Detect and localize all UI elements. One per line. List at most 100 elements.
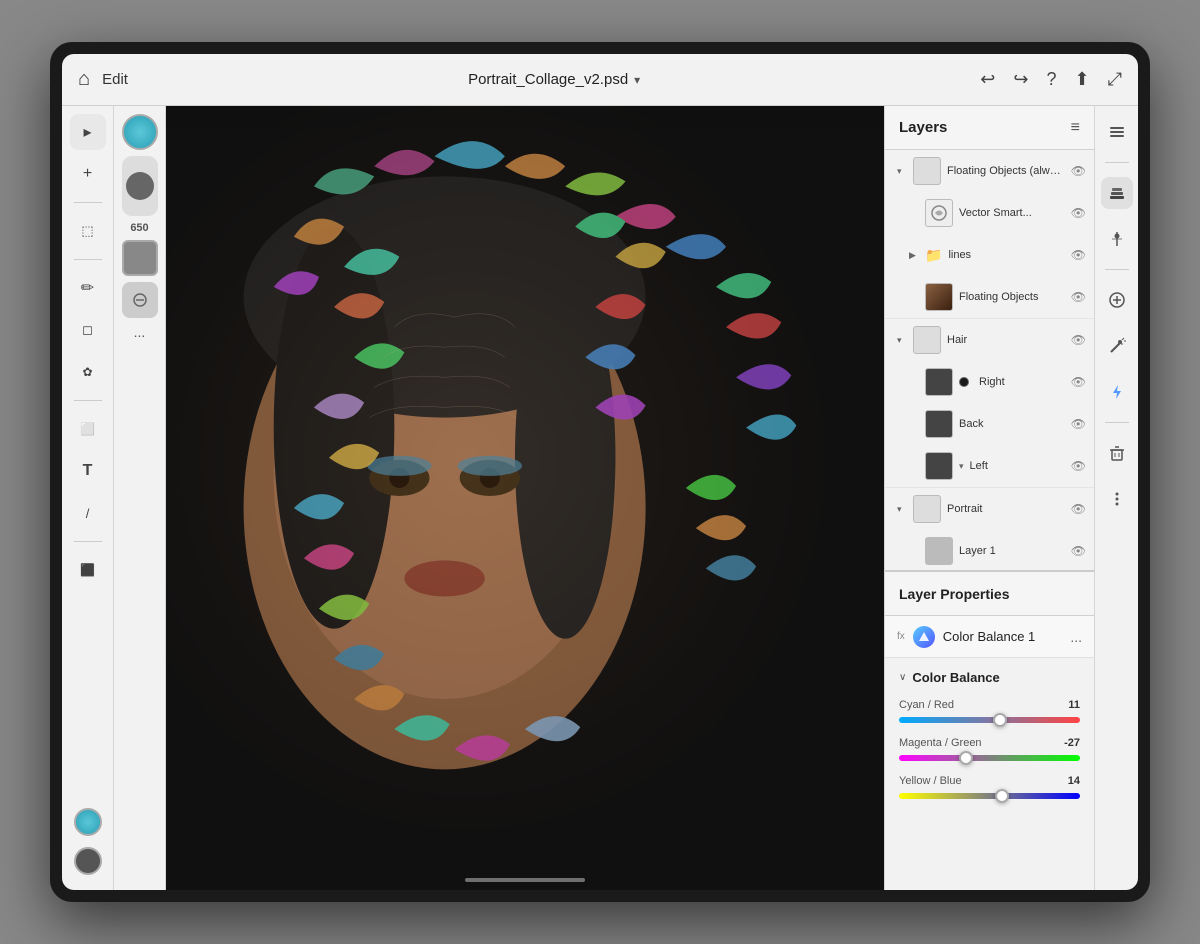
eye-icon-hair-right[interactable]: 👁	[1071, 375, 1086, 389]
undo-icon[interactable]: ↩	[980, 69, 995, 90]
expand-arrow-portrait[interactable]: ▾	[897, 504, 907, 515]
add-tool[interactable]: +	[70, 156, 106, 192]
layer-row-floating-group[interactable]: ▾ Floating Objects (alway... 👁	[885, 150, 1094, 192]
color-swatch[interactable]	[122, 240, 158, 276]
text-tool[interactable]: T	[70, 453, 106, 489]
trash-icon[interactable]	[1101, 437, 1133, 469]
layer-row-floating-objects[interactable]: Floating Objects 👁	[885, 276, 1094, 318]
brush-size-slider[interactable]	[122, 156, 158, 216]
eye-icon-floating-objects[interactable]: 👁	[1071, 290, 1086, 304]
layers-title: Layers	[899, 119, 1071, 136]
eye-icon-hair-left[interactable]: 👁	[1071, 459, 1086, 473]
top-bar-right: ↩ ↪ ? ⬆ ⤢	[980, 69, 1122, 90]
device-frame: ⌂ Edit Portrait_Collage_v2.psd ▾ ↩ ↪ ? ⬆…	[50, 42, 1150, 902]
layers-panel-icon[interactable]	[1101, 116, 1133, 148]
layer-row-vector-smart[interactable]: Vector Smart... 👁	[885, 192, 1094, 234]
layers-panel-header: Layers ≡	[885, 106, 1094, 150]
ri-divider-1	[1105, 162, 1129, 163]
layer-row-hair-left[interactable]: ▾ Left 👁	[885, 445, 1094, 487]
slider-thumb-magenta-green[interactable]	[959, 751, 973, 765]
expand-arrow-floating[interactable]: ▾	[897, 166, 907, 177]
eye-icon-hair-group[interactable]: 👁	[1071, 333, 1086, 347]
layers-stack-icon[interactable]	[1101, 177, 1133, 209]
marquee-tool[interactable]: ⬚	[70, 213, 106, 249]
layers-action-icon[interactable]: ≡	[1071, 119, 1080, 137]
layer-row-portrait-group[interactable]: ▾ Portrait 👁	[885, 488, 1094, 530]
eye-icon-vector-smart[interactable]: 👁	[1071, 206, 1086, 220]
layer-name-floating-objects: Floating Objects	[959, 291, 1065, 303]
top-bar-left: ⌂ Edit	[78, 68, 128, 91]
dot-icon-right	[959, 377, 969, 387]
brush-preview[interactable]	[122, 114, 158, 150]
layer-row-hair-group[interactable]: ▾ Hair 👁	[885, 319, 1094, 361]
transform-tool[interactable]: ⬜	[70, 411, 106, 447]
slider-track-cyan-red[interactable]	[899, 717, 1080, 723]
slider-value-cyan-red: 11	[1068, 699, 1080, 711]
eye-icon-lines[interactable]: 👁	[1071, 248, 1086, 262]
arrow-down-icon: ▾	[959, 461, 964, 472]
expand-arrow-hair[interactable]: ▾	[897, 335, 907, 346]
adjustment-icon[interactable]	[1101, 223, 1133, 255]
more-options-button[interactable]: ...	[134, 324, 146, 340]
layer-row-lines[interactable]: ▶ 📁 lines 👁	[885, 234, 1094, 276]
share-icon[interactable]: ⬆	[1075, 69, 1090, 90]
slider-row-yellow-blue: Yellow / Blue 14	[899, 775, 1080, 799]
eye-icon-portrait-group[interactable]: 👁	[1071, 502, 1086, 516]
layer-row-layer1[interactable]: Layer 1 👁	[885, 530, 1094, 570]
erase-button[interactable]	[122, 282, 158, 318]
layer-thumb-hair-right	[925, 368, 953, 396]
slider-label-row-cyan-red: Cyan / Red 11	[899, 699, 1080, 711]
bottom-swatch[interactable]	[70, 846, 106, 882]
layer-thumb-portrait-group	[913, 495, 941, 523]
layer-row-hair-back[interactable]: Back 👁	[885, 403, 1094, 445]
edit-label[interactable]: Edit	[102, 71, 128, 88]
help-icon[interactable]: ?	[1046, 69, 1056, 90]
slider-row-cyan-red: Cyan / Red 11	[899, 699, 1080, 723]
expand-arrow-lines[interactable]: ▶	[909, 250, 919, 261]
slider-thumb-cyan-red[interactable]	[993, 713, 1007, 727]
lp-layer-row[interactable]: fx Color Balance 1 ...	[885, 616, 1094, 658]
slider-row-magenta-green: Magenta / Green -27	[899, 737, 1080, 761]
main-area: ▸ + ⬚ ✏ ◻ ✿ ⬜ T / ⬛	[62, 106, 1138, 890]
slider-value-yellow-blue: 14	[1068, 775, 1080, 787]
file-dropdown-arrow[interactable]: ▾	[634, 73, 640, 87]
slider-thumb-yellow-blue[interactable]	[995, 789, 1009, 803]
image-tool[interactable]: ⬛	[70, 552, 106, 588]
home-icon[interactable]: ⌂	[78, 68, 90, 91]
canvas-area[interactable]	[166, 106, 884, 890]
layer-row-hair-right[interactable]: Right 👁	[885, 361, 1094, 403]
expand-icon[interactable]: ⤢	[1108, 69, 1122, 90]
lp-fx-badge: fx	[897, 631, 905, 642]
select-tool[interactable]: ▸	[70, 114, 106, 150]
layer-name-lines: lines	[948, 249, 1064, 261]
color-picker[interactable]	[70, 804, 106, 840]
color-balance-section: ∨ Color Balance Cyan / Red 11	[885, 658, 1094, 825]
eye-icon-layer1[interactable]: 👁	[1071, 544, 1086, 558]
top-bar: ⌂ Edit Portrait_Collage_v2.psd ▾ ↩ ↪ ? ⬆…	[62, 54, 1138, 106]
slider-track-yellow-blue[interactable]	[899, 793, 1080, 799]
eye-icon-hair-back[interactable]: 👁	[1071, 417, 1086, 431]
pen-tool[interactable]: /	[70, 495, 106, 531]
toolbar-divider-3	[74, 400, 102, 401]
clone-tool[interactable]: ✿	[70, 354, 106, 390]
folder-icon-lines: 📁	[925, 247, 942, 264]
more-options-icon[interactable]	[1101, 483, 1133, 515]
cb-expand-icon[interactable]: ∨	[899, 672, 906, 683]
slider-track-magenta-green[interactable]	[899, 755, 1080, 761]
layers-list: ▾ Floating Objects (alway... 👁 Vector Sm…	[885, 150, 1094, 570]
home-indicator	[465, 878, 585, 882]
eraser-tool[interactable]: ◻	[70, 312, 106, 348]
redo-icon[interactable]: ↪	[1013, 69, 1028, 90]
layer-group-hair: ▾ Hair 👁 Right 👁	[885, 319, 1094, 488]
magic-wand-icon[interactable]	[1101, 330, 1133, 362]
layer-thumb-hair-group	[913, 326, 941, 354]
toolbar-divider-1	[74, 202, 102, 203]
slider-label-cyan-red: Cyan / Red	[899, 699, 954, 711]
layer-name-hair-left: Left	[970, 460, 1065, 472]
brush-tool[interactable]: ✏	[70, 270, 106, 306]
lightning-icon[interactable]	[1101, 376, 1133, 408]
eye-icon-floating-group[interactable]: 👁	[1071, 164, 1086, 178]
lp-more-button[interactable]: ...	[1070, 629, 1082, 645]
add-layer-icon[interactable]	[1101, 284, 1133, 316]
slider-label-row-magenta-green: Magenta / Green -27	[899, 737, 1080, 749]
